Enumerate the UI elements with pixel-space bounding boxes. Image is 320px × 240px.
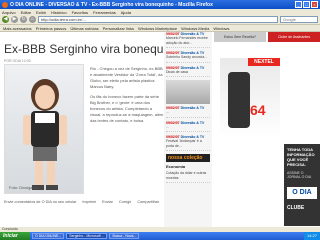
article-body: Rio - Chegou a vez de Serginho, ex-BBB e… xyxy=(90,66,164,128)
ad-price: 64 xyxy=(250,102,266,118)
article-title: Ex-BBB Serginho vira bonequinho xyxy=(4,42,187,56)
news-text: ... xyxy=(166,110,169,114)
news-date: 09/02/07 xyxy=(166,120,180,125)
odia-logo: O DIA xyxy=(287,187,317,199)
doll-figure-image xyxy=(23,79,67,190)
top-ad-banners: Estou Sem Receita? Clube de Assinantes xyxy=(214,32,320,42)
sidebar-news-item[interactable]: Cotação da dólar e outras moedas xyxy=(166,171,210,183)
news-text: ... xyxy=(166,124,169,129)
sidebar-news-item[interactable]: 09/02/07 Diversão & TV Festival 'Andança… xyxy=(166,135,210,151)
page-content: Ex-BBB Serginho vira bonequinho POR ODIA… xyxy=(0,32,320,227)
bookmark-item[interactable]: Windows Marketplace xyxy=(138,26,177,31)
sidebar-thumbnail[interactable] xyxy=(166,80,210,104)
close-icon[interactable]: × xyxy=(311,1,318,8)
economia-heading: Economia xyxy=(166,164,186,169)
start-button[interactable]: Iniciar xyxy=(0,232,30,240)
nossa-colecao-logo[interactable]: nossa coleção xyxy=(166,154,210,162)
article-main: Ex-BBB Serginho vira bonequinho POR ODIA… xyxy=(4,32,187,227)
correct-link[interactable]: Corrigir xyxy=(119,200,131,204)
menu-ferramentas[interactable]: Ferramentas xyxy=(93,10,116,15)
ad-banner[interactable]: Clube de Assinantes xyxy=(268,32,320,42)
phone-image xyxy=(228,72,250,128)
bookmark-item[interactable]: Primeiros passos xyxy=(36,26,67,31)
article-photo: Foto: Divulgação xyxy=(4,64,84,194)
menu-favoritos[interactable]: Favoritos xyxy=(72,10,88,15)
subscription-ad[interactable]: TENHA TODA INFORMAÇÃO QUE VOCÊ PRECISA. … xyxy=(284,144,320,226)
sms-link[interactable]: Envie comentários de O DIA no seu celula… xyxy=(4,200,76,204)
news-text: Marcelo Fernandes recebe adoção do ator.… xyxy=(166,36,208,45)
maximize-icon[interactable]: □ xyxy=(303,1,310,8)
article-paragraph: Rio - Chegou a vez de Serginho, ex-BBB e… xyxy=(90,66,163,89)
news-tag: Diversão & TV xyxy=(180,120,205,125)
photo-caption: Foto: Divulgação xyxy=(9,185,40,190)
news-tag: Diversão & TV xyxy=(180,65,205,70)
address-bar[interactable]: http://odia.terra.com.br/... xyxy=(38,16,278,23)
firefox-icon xyxy=(2,1,8,8)
bookmark-item[interactable]: Personalizar links xyxy=(103,26,134,31)
reload-icon[interactable]: ↻ xyxy=(20,16,27,23)
news-text: Sobrinho Sandy anuncia... xyxy=(166,55,208,59)
nextel-logo: NEXTEL xyxy=(248,58,280,66)
minimize-icon[interactable]: _ xyxy=(295,1,302,8)
window-controls: _ □ × xyxy=(295,1,318,8)
taskbar-item[interactable]: Serginho - Microsoft ... xyxy=(66,233,108,239)
print-link[interactable]: Imprimir xyxy=(82,200,96,204)
news-text: Cotação da dólar e outras moedas xyxy=(166,171,207,180)
menu-exibir[interactable]: Exibir xyxy=(36,10,46,15)
news-text: Dicas de casa xyxy=(166,69,188,74)
news-text: Festival 'Andanças' é a porta de... xyxy=(166,139,202,148)
clock: 14:27 xyxy=(303,232,320,240)
sidebar-news-item[interactable]: 09/02/07 Diversão & TV Sobrinho Sandy an… xyxy=(166,51,210,63)
bookmark-item[interactable]: Windows xyxy=(213,26,229,31)
sidebar-news-item[interactable]: 09/02/07 Diversão & TV Marcelo Fernandes… xyxy=(166,32,210,48)
taskbar-item[interactable]: O DIA ONLINE... xyxy=(32,233,65,239)
bookmark-item[interactable]: Windows Media xyxy=(181,26,209,31)
sidebar-news-item[interactable]: 09/02/07 Diversão & TV Dicas de casa xyxy=(166,65,210,77)
send-link[interactable]: Enviar xyxy=(102,200,113,204)
search-input[interactable]: Google xyxy=(280,16,318,23)
bookmarks-toolbar: Mais acessados Primeiros passos Últimas … xyxy=(0,25,320,32)
home-icon[interactable]: ⌂ xyxy=(29,16,36,23)
bookmark-item[interactable]: Últimas notícias xyxy=(70,26,98,31)
ad-banner[interactable]: Estou Sem Receita? xyxy=(214,32,266,42)
article-date: POR ODIA 12:00 xyxy=(4,59,31,63)
menu-editar[interactable]: Editar xyxy=(21,10,31,15)
article-actions: Envie comentários de O DIA no seu celula… xyxy=(4,200,164,204)
menu-ajuda[interactable]: Ajuda xyxy=(121,10,131,15)
window-titlebar: O DIA ONLINE - DIVERSÃO & TV - Ex-BBB Se… xyxy=(0,0,320,9)
news-tag: Diversão & TV xyxy=(180,106,205,110)
news-date: 09/02/07 xyxy=(166,65,180,70)
menu-arquivo[interactable]: Arquivo xyxy=(2,10,16,15)
navigation-toolbar: ◀ ▶ ↻ ⌂ http://odia.terra.com.br/... Goo… xyxy=(0,15,320,25)
windows-taskbar: Iniciar O DIA ONLINE... Serginho - Micro… xyxy=(0,232,320,240)
ad-subline: ASSINE O JORNAL O DIA xyxy=(287,171,312,179)
ad-headline: TENHA TODA INFORMAÇÃO QUE VOCÊ PRECISA. xyxy=(287,147,315,167)
window-title: O DIA ONLINE - DIVERSÃO & TV - Ex-BBB Se… xyxy=(10,1,213,8)
back-icon[interactable]: ◀ xyxy=(2,16,9,23)
sidebar-news-item[interactable]: 09/02/07 Diversão & TV ... xyxy=(166,120,210,132)
share-link[interactable]: Compartilhar xyxy=(137,200,159,204)
menu-historico[interactable]: Histórico xyxy=(51,10,67,15)
article-paragraph: Os fãs do boneco fazem parte da série Bi… xyxy=(90,94,164,123)
forward-icon[interactable]: ▶ xyxy=(11,16,18,23)
club-label: CLUBE xyxy=(287,205,305,211)
news-sidebar: 09/02/07 Diversão & TV Marcelo Fernandes… xyxy=(164,32,212,227)
sidebar-news-item[interactable]: 09/02/07 Diversão & TV ... xyxy=(166,106,210,118)
nextel-ad[interactable]: NEXTEL 64 xyxy=(220,58,280,138)
ads-column: Estou Sem Receita? Clube de Assinantes N… xyxy=(214,32,320,227)
taskbar-item[interactable]: Busca - Nova... xyxy=(109,233,140,239)
bookmark-item[interactable]: Mais acessados xyxy=(3,26,32,31)
